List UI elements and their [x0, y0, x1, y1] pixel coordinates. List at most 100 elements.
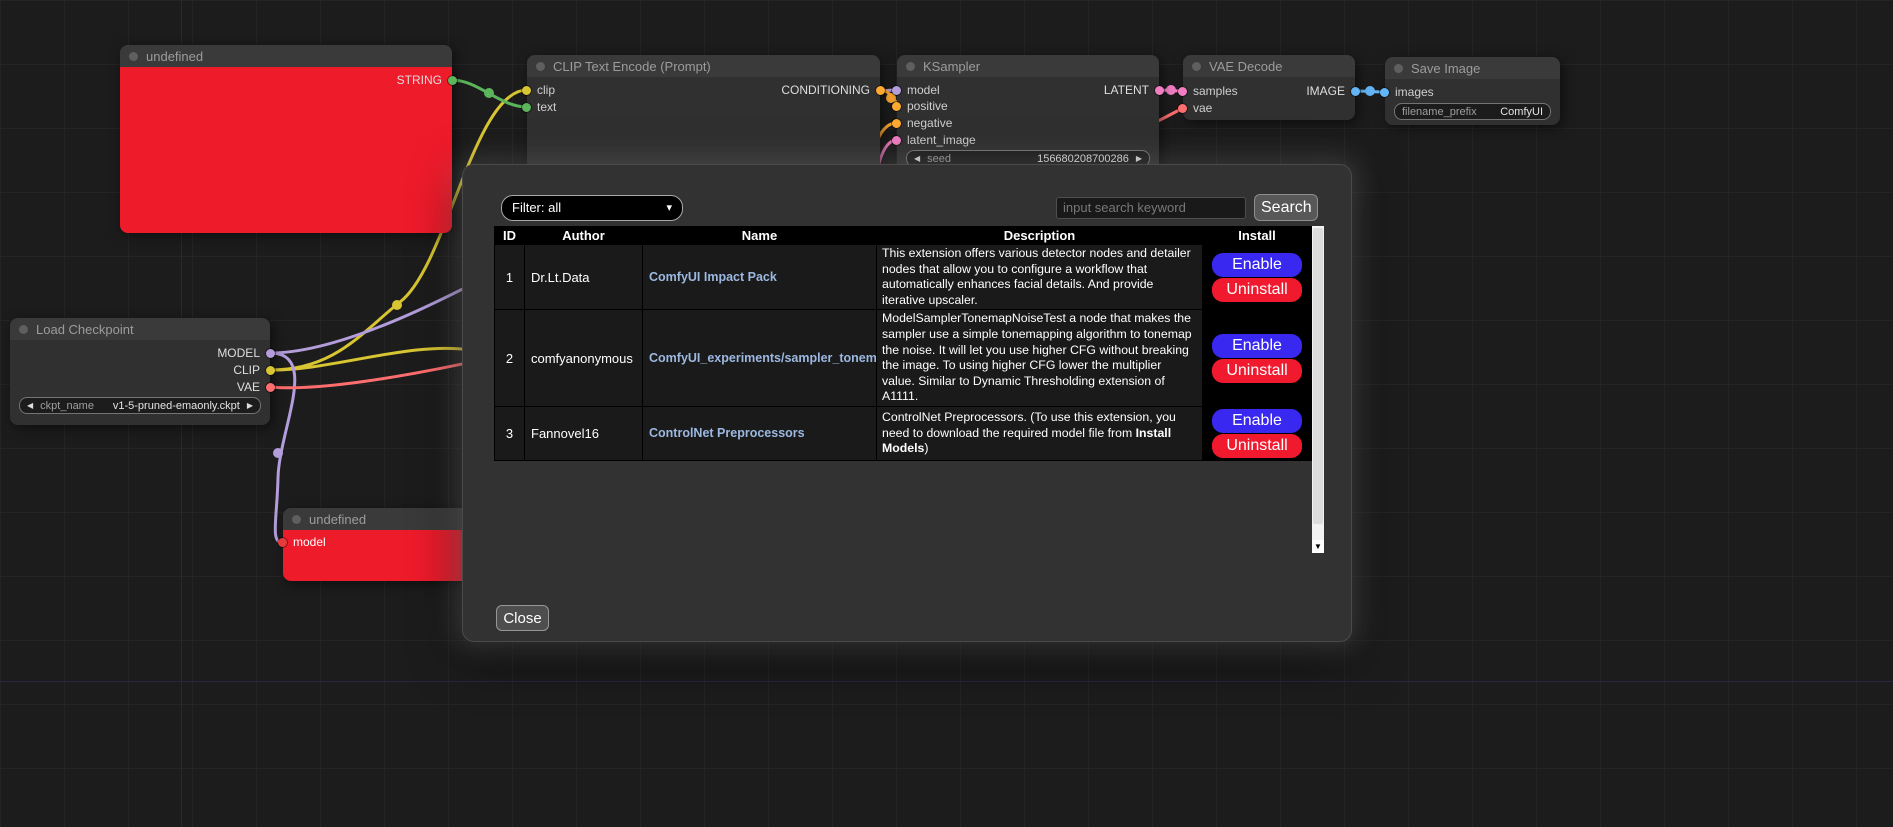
node-load-checkpoint[interactable]: Load Checkpoint MODEL CLIP VAE ◀ ckpt_na… — [10, 318, 270, 425]
port-label: VAE — [237, 380, 260, 394]
node-header[interactable]: Load Checkpoint — [10, 318, 270, 340]
extension-link[interactable]: ComfyUI_experiments/sampler_tonemap — [649, 351, 877, 365]
scrollbar-down-arrow-icon[interactable]: ▼ — [1312, 540, 1324, 553]
node-title: Save Image — [1411, 61, 1480, 76]
port-dot[interactable] — [266, 349, 275, 358]
node-undefined-top[interactable]: undefined STRING — [120, 45, 452, 233]
port-dot[interactable] — [892, 102, 901, 111]
enable-button[interactable]: Enable — [1212, 409, 1302, 433]
node-status-dot-icon — [129, 52, 138, 61]
increment-arrow-icon[interactable]: ▶ — [247, 402, 253, 410]
node-header[interactable]: KSampler — [897, 55, 1159, 77]
extension-author: Dr.Lt.Data — [525, 245, 643, 310]
uninstall-button[interactable]: Uninstall — [1212, 278, 1302, 302]
node-title: undefined — [309, 512, 366, 527]
node-body: STRING — [120, 67, 452, 233]
header-install: Install — [1203, 227, 1312, 245]
output-port-latent[interactable]: LATENT — [1104, 83, 1164, 97]
input-port-samples[interactable]: samples — [1178, 84, 1238, 98]
widget-label: ckpt_name — [40, 400, 94, 412]
port-dot[interactable] — [892, 86, 901, 95]
port-dot[interactable] — [892, 136, 901, 145]
widget-label: seed — [927, 153, 951, 165]
output-port-vae[interactable]: VAE — [237, 380, 275, 394]
port-dot[interactable] — [266, 366, 275, 375]
link-dot[interactable] — [392, 300, 402, 310]
node-body: images filename_prefix ComfyUI — [1385, 79, 1560, 125]
port-label: CLIP — [233, 363, 260, 377]
uninstall-button[interactable]: Uninstall — [1212, 359, 1302, 383]
extension-description: ControlNet Preprocessors. (To use this e… — [877, 406, 1203, 460]
port-dot[interactable] — [522, 103, 531, 112]
port-dot[interactable] — [892, 119, 901, 128]
filter-select-value: Filter: all — [512, 200, 561, 215]
grid-axis-horizontal — [0, 681, 1893, 682]
port-dot[interactable] — [876, 86, 885, 95]
output-port-clip[interactable]: CLIP — [233, 363, 275, 377]
node-save-image[interactable]: Save Image images filename_prefix ComfyU… — [1385, 57, 1560, 125]
port-dot[interactable] — [266, 383, 275, 392]
header-description: Description — [877, 227, 1203, 245]
port-label: clip — [537, 83, 555, 97]
extension-install-cell: EnableUninstall — [1203, 310, 1312, 407]
port-dot[interactable] — [448, 76, 457, 85]
link-dot[interactable] — [273, 448, 283, 458]
node-header[interactable]: CLIP Text Encode (Prompt) — [527, 55, 880, 77]
input-port-images[interactable]: images — [1380, 85, 1434, 99]
search-button[interactable]: Search — [1254, 194, 1318, 221]
decrement-arrow-icon[interactable]: ◀ — [27, 402, 33, 410]
port-dot[interactable] — [1351, 87, 1360, 96]
input-port-positive[interactable]: positive — [892, 99, 948, 113]
node-title: undefined — [146, 49, 203, 64]
input-port-model[interactable]: model — [892, 83, 940, 97]
extension-link[interactable]: ControlNet Preprocessors — [649, 426, 805, 440]
extension-row: 1Dr.Lt.DataComfyUI Impact PackThis exten… — [495, 245, 1312, 310]
extension-link[interactable]: ComfyUI Impact Pack — [649, 270, 777, 284]
scrollbar-thumb[interactable] — [1313, 228, 1323, 524]
widget-value: ComfyUI — [1500, 106, 1543, 118]
input-port-vae[interactable]: vae — [1178, 101, 1212, 115]
node-vae-decode[interactable]: VAE Decode samples vae IMAGE — [1183, 55, 1355, 120]
port-label: images — [1395, 85, 1434, 99]
output-port-string[interactable]: STRING — [397, 73, 457, 87]
search-input[interactable] — [1056, 197, 1246, 219]
port-dot[interactable] — [1380, 88, 1389, 97]
node-header[interactable]: undefined — [120, 45, 452, 67]
port-dot[interactable] — [1155, 86, 1164, 95]
wire-string[interactable] — [452, 80, 527, 107]
enable-button[interactable]: Enable — [1212, 334, 1302, 358]
link-dot[interactable] — [484, 88, 494, 98]
input-port-text[interactable]: text — [522, 100, 556, 114]
decrement-arrow-icon[interactable]: ◀ — [914, 155, 920, 163]
port-dot[interactable] — [1178, 87, 1187, 96]
link-dot[interactable] — [1166, 85, 1176, 95]
input-port-latent-image[interactable]: latent_image — [892, 133, 976, 147]
input-port-clip[interactable]: clip — [522, 83, 555, 97]
output-port-image[interactable]: IMAGE — [1306, 84, 1360, 98]
input-port-negative[interactable]: negative — [892, 116, 952, 130]
table-scrollbar[interactable]: ▼ — [1312, 226, 1324, 553]
port-dot[interactable] — [278, 538, 287, 547]
ckpt-name-widget[interactable]: ◀ ckpt_name v1-5-pruned-emaonly.ckpt ▶ — [19, 397, 261, 414]
node-status-dot-icon — [292, 515, 301, 524]
node-header[interactable]: Save Image — [1385, 57, 1560, 79]
port-dot[interactable] — [522, 86, 531, 95]
output-port-conditioning[interactable]: CONDITIONING — [781, 83, 885, 97]
input-port-model[interactable]: model — [278, 535, 326, 549]
chevron-down-icon: ▾ — [666, 201, 672, 214]
output-port-model[interactable]: MODEL — [217, 346, 275, 360]
uninstall-button[interactable]: Uninstall — [1212, 434, 1302, 458]
port-dot[interactable] — [1178, 104, 1187, 113]
increment-arrow-icon[interactable]: ▶ — [1136, 155, 1142, 163]
close-button[interactable]: Close — [496, 605, 549, 631]
manager-toolbar: Filter: all ▾ Search — [501, 194, 1318, 221]
filename-prefix-widget[interactable]: filename_prefix ComfyUI — [1394, 103, 1551, 120]
enable-button[interactable]: Enable — [1212, 253, 1302, 277]
port-label: model — [907, 83, 940, 97]
node-header[interactable]: VAE Decode — [1183, 55, 1355, 77]
widget-value: 156680208700286 — [1037, 153, 1129, 165]
extensions-table-wrap: ID Author Name Description Install 1Dr.L… — [494, 226, 1323, 553]
filter-select[interactable]: Filter: all ▾ — [501, 195, 683, 221]
link-dot[interactable] — [1365, 86, 1375, 96]
header-author: Author — [525, 227, 643, 245]
